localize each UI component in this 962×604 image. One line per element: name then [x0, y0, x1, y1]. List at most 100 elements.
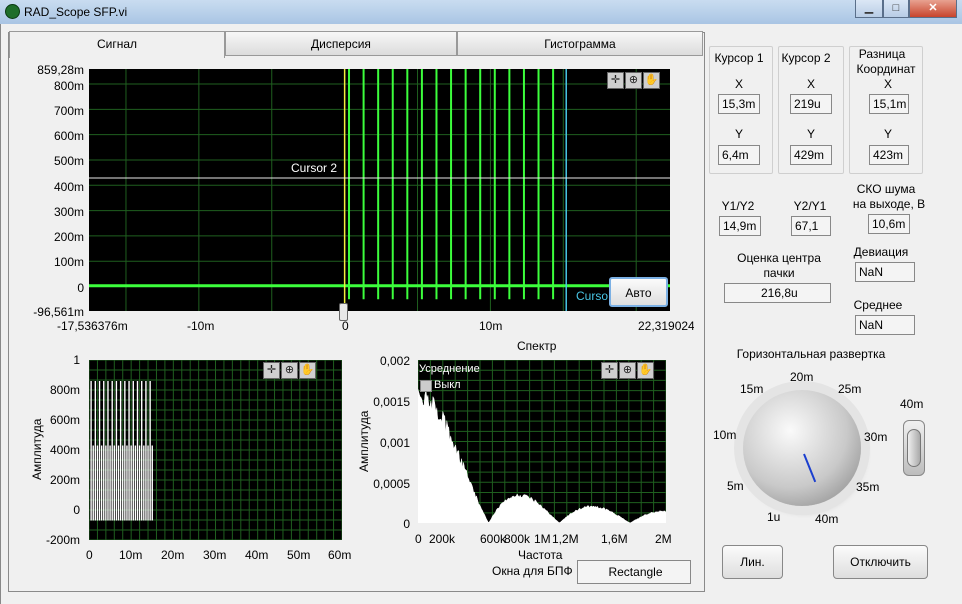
hist-x-tick: 30m [203, 548, 226, 562]
close-button[interactable]: ✕ [909, 0, 957, 18]
sweep-tick: 25m [838, 382, 861, 396]
center-value: 216,8u [724, 283, 831, 303]
spectrum-plot-tools: ✛ ⊕ ✋ [601, 362, 654, 379]
hist-y-tick: 200m [40, 473, 80, 487]
pan-hand-icon[interactable]: ✋ [299, 362, 316, 379]
sweep-knob[interactable] [743, 390, 861, 506]
auto-button[interactable]: Авто [609, 277, 668, 307]
linear-button[interactable]: Лин. [722, 545, 783, 579]
y2y1-value: 67,1 [791, 216, 831, 236]
averaging-checkbox[interactable] [420, 380, 432, 392]
window-title: RAD_Scope SFP.vi [24, 5, 127, 19]
cursor2-x-value: 219u [790, 94, 832, 114]
crosshair-icon[interactable]: ✛ [607, 72, 624, 89]
cursor-slider-handle[interactable] [339, 303, 348, 321]
pan-hand-icon[interactable]: ✋ [637, 362, 654, 379]
amplitude-plot[interactable] [89, 360, 342, 540]
cursor1-label: Curso [576, 289, 608, 303]
disconnect-button[interactable]: Отключить [833, 545, 928, 579]
main-y-tick: 700m [20, 104, 84, 118]
y1y2-label: Y1/Y2 [712, 199, 764, 213]
cursor1-title: Курсор 1 [709, 51, 769, 65]
diff-title-2: Координат [851, 62, 921, 76]
hist-y-tick: 0 [40, 503, 80, 517]
fft-window-select[interactable]: Rectangle [577, 560, 691, 584]
spec-x-tick: 1,6M [601, 532, 628, 546]
main-x-tick: 10m [479, 319, 502, 333]
minimize-button[interactable]: ▁ [855, 0, 883, 18]
main-y-tick: 300m [20, 205, 84, 219]
noise-label-1: СКО шума [849, 182, 923, 196]
cursor1-x-value: 15,3m [718, 94, 760, 114]
sweep-label: Горизонтальная развертка [726, 347, 896, 361]
crosshair-icon[interactable]: ✛ [601, 362, 618, 379]
hist-x-tick: 40m [245, 548, 268, 562]
tab-signal[interactable]: Сигнал [9, 31, 225, 58]
cursor1-y-value: 6,4m [718, 145, 760, 165]
fft-window-label: Окна для БПФ [492, 564, 573, 578]
hist-x-tick: 0 [86, 548, 93, 562]
center-label-1: Оценка центра [729, 251, 829, 265]
y2y1-label: Y2/Y1 [780, 199, 840, 213]
spec-x-tick: 0 [415, 532, 422, 546]
sweep-tick: 10m [713, 428, 736, 442]
mean-label: Среднее [852, 298, 904, 312]
hist-y-tick: -200m [40, 533, 80, 547]
spec-y-tick: 0 [360, 517, 410, 531]
spec-x-tick: 800k [504, 532, 530, 546]
spec-y-tick: 0,0005 [360, 477, 410, 491]
zoom-icon[interactable]: ⊕ [619, 362, 636, 379]
spec-y-tick: 0,001 [360, 436, 410, 450]
tab-histogram[interactable]: Гистограмма [457, 31, 703, 56]
sweep-tick: 15m [740, 382, 763, 396]
cursor1-x-label: X [709, 77, 769, 91]
deviation-value: NaN [855, 262, 915, 282]
spec-x-tick: 200k [429, 532, 455, 546]
sweep-tick: 40m [815, 512, 838, 526]
main-plot-tools: ✛ ⊕ ✋ [607, 72, 660, 89]
tab-dispersion[interactable]: Дисперсия [225, 31, 457, 56]
mean-value: NaN [855, 315, 915, 335]
spec-x-tick: 600k [480, 532, 506, 546]
main-y-tick: 800m [20, 79, 84, 93]
sweep-tick: 20m [790, 370, 813, 384]
sweep-tick: 5m [727, 479, 744, 493]
diff-x-label: X [857, 77, 919, 91]
noise-label-2: на выходе, В [849, 197, 929, 211]
averaging-label: Усреднение [419, 363, 480, 375]
zoom-icon[interactable]: ⊕ [281, 362, 298, 379]
hist-y-tick: 600m [40, 413, 80, 427]
diff-y-value: 423m [869, 145, 909, 165]
spec-x-tick: 1M [534, 532, 551, 546]
crosshair-icon[interactable]: ✛ [263, 362, 280, 379]
main-x-tick: -17,536376m [57, 319, 128, 333]
main-x-tick: -10m [187, 319, 214, 333]
spec-x-tick: 1,2M [552, 532, 579, 546]
spectrum-title: Спектр [517, 339, 556, 353]
main-y-tick: 500m [20, 154, 84, 168]
spec-y-tick: 0,0015 [360, 395, 410, 409]
toggle-lever [907, 429, 921, 467]
cursor1-y-label: Y [709, 127, 769, 141]
sweep-tick: 30m [864, 430, 887, 444]
cursor2-label: Cursor 2 [291, 161, 337, 175]
hist-y-tick: 400m [40, 443, 80, 457]
main-y-tick: 200m [20, 230, 84, 244]
main-y-tick: 100m [20, 255, 84, 269]
main-plot[interactable] [89, 69, 670, 311]
amplitude-plot-tools: ✛ ⊕ ✋ [263, 362, 316, 379]
zoom-icon[interactable]: ⊕ [625, 72, 642, 89]
spectrum-x-label: Частота [518, 548, 562, 562]
y1y2-value: 14,9m [719, 216, 761, 236]
main-y-tick: 0 [20, 281, 84, 295]
sweep-toggle[interactable] [903, 420, 925, 476]
sweep-tick: 1u [767, 510, 780, 524]
hist-x-tick: 20m [161, 548, 184, 562]
main-y-tick: 600m [20, 129, 84, 143]
maximize-button[interactable]: □ [883, 0, 909, 18]
main-y-tick: 859,28m [20, 63, 84, 77]
cursor2-y-label: Y [781, 127, 841, 141]
main-y-tick: 400m [20, 180, 84, 194]
pan-hand-icon[interactable]: ✋ [643, 72, 660, 89]
app-icon [5, 4, 20, 19]
